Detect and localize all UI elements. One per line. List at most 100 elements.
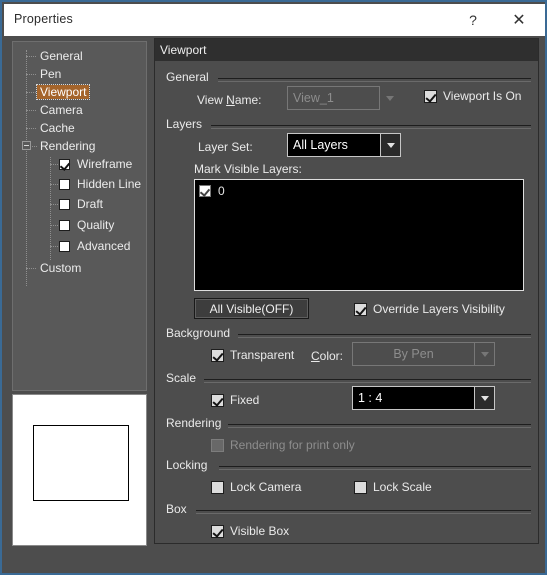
dialog-body: General Pen Viewport Camera Cache Render… bbox=[4, 36, 545, 573]
chevron-down-icon[interactable] bbox=[475, 386, 495, 410]
group-rule bbox=[211, 125, 531, 129]
tree-item-custom[interactable]: Custom bbox=[13, 260, 84, 276]
preview-viewport-rect bbox=[33, 425, 129, 501]
tree-item-label: Custom bbox=[40, 261, 82, 275]
transparent-label: Transparent bbox=[230, 348, 295, 362]
group-title: Layers bbox=[166, 117, 203, 131]
checkbox-indicator bbox=[211, 393, 224, 407]
tree-item-label: Wireframe bbox=[77, 157, 133, 171]
view-name-label: View Name: bbox=[197, 93, 262, 107]
tree-checkbox-quality[interactable] bbox=[59, 219, 70, 231]
group-box: Box bbox=[166, 502, 531, 516]
checkbox-indicator bbox=[354, 480, 367, 494]
lock-camera-checkbox[interactable]: Lock Camera bbox=[211, 480, 301, 494]
group-title: Box bbox=[166, 502, 187, 516]
tree-connector bbox=[32, 146, 37, 147]
tree-item-label: Draft bbox=[77, 197, 104, 211]
checkbox-indicator bbox=[354, 302, 367, 316]
tree-item-cache[interactable]: Cache bbox=[13, 120, 78, 136]
transparent-checkbox[interactable]: Transparent bbox=[211, 348, 294, 362]
fixed-scale-checkbox[interactable]: Fixed bbox=[211, 393, 259, 407]
tree-connector bbox=[50, 164, 58, 165]
chevron-down-icon[interactable] bbox=[381, 133, 401, 157]
visible-box-label: Visible Box bbox=[230, 524, 290, 538]
scale-combo[interactable]: 1 : 4 bbox=[352, 386, 495, 410]
tree-item-general[interactable]: General bbox=[13, 48, 86, 64]
group-rule bbox=[238, 334, 531, 338]
close-icon[interactable]: ✕ bbox=[497, 4, 541, 36]
layer-set-combo[interactable]: All Layers bbox=[287, 133, 401, 157]
tree-item-rendering[interactable]: Rendering bbox=[13, 138, 98, 154]
tree-item-draft[interactable]: Draft bbox=[13, 196, 106, 212]
checkbox-indicator bbox=[211, 348, 224, 362]
tree-collapse-icon[interactable] bbox=[22, 141, 31, 150]
override-layers-visibility-checkbox[interactable]: Override Layers Visibility bbox=[354, 302, 505, 316]
lock-camera-label: Lock Camera bbox=[230, 480, 302, 494]
tree-item-label: Rendering bbox=[40, 139, 96, 153]
tree-item-wireframe[interactable]: Wireframe bbox=[13, 156, 135, 172]
checkbox-indicator bbox=[211, 480, 224, 494]
help-icon[interactable]: ? bbox=[451, 4, 495, 36]
fixed-scale-label: Fixed bbox=[230, 393, 260, 407]
layer-set-value: All Layers bbox=[287, 133, 381, 157]
tree-item-label: Quality bbox=[77, 218, 115, 232]
view-name-value: View_1 bbox=[287, 86, 380, 110]
group-title: General bbox=[166, 70, 209, 84]
tree-connector bbox=[26, 92, 36, 93]
visible-box-checkbox[interactable]: Visible Box bbox=[211, 524, 289, 538]
layer-checkbox[interactable] bbox=[199, 185, 211, 197]
group-title: Scale bbox=[166, 371, 197, 385]
panel-header: Viewport bbox=[155, 39, 538, 61]
group-rule bbox=[228, 424, 531, 428]
group-rule bbox=[204, 379, 531, 383]
tree-checkbox-hidden-line[interactable] bbox=[59, 178, 70, 190]
lock-scale-checkbox[interactable]: Lock Scale bbox=[354, 480, 432, 494]
panel-content: General View Name: View_1 Viewport Is On… bbox=[156, 62, 537, 542]
group-rendering: Rendering bbox=[166, 416, 531, 430]
group-rule bbox=[219, 466, 531, 470]
group-rule bbox=[196, 510, 531, 514]
group-layers: Layers bbox=[166, 117, 531, 131]
mark-visible-layers-label: Mark Visible Layers: bbox=[194, 162, 302, 176]
viewport-is-on-label: Viewport Is On bbox=[443, 89, 522, 103]
rendering-for-print-only-label: Rendering for print only bbox=[230, 438, 355, 452]
group-title: Locking bbox=[166, 458, 208, 472]
group-rule bbox=[218, 78, 531, 82]
tree-checkbox-wireframe[interactable] bbox=[59, 158, 70, 170]
tree-item-hidden-line[interactable]: Hidden Line bbox=[13, 176, 144, 192]
group-background: Background bbox=[166, 326, 531, 340]
override-layers-visibility-label: Override Layers Visibility bbox=[373, 302, 505, 316]
tree-item-label: Viewport bbox=[35, 84, 91, 100]
title-bar: Properties ? ✕ bbox=[4, 4, 545, 36]
tree-connector bbox=[50, 184, 58, 185]
group-title: Background bbox=[166, 326, 231, 340]
tree-item-camera[interactable]: Camera bbox=[13, 102, 86, 118]
group-general: General bbox=[166, 70, 531, 84]
view-name-combo: View_1 bbox=[287, 86, 400, 110]
tree-connector bbox=[50, 225, 58, 226]
tree-item-quality[interactable]: Quality bbox=[13, 217, 117, 233]
tree-item-pen[interactable]: Pen bbox=[13, 66, 64, 82]
tree-item-label: General bbox=[40, 49, 83, 63]
checkbox-indicator bbox=[424, 89, 437, 103]
tree-connector bbox=[26, 56, 36, 57]
all-visible-button[interactable]: All Visible(OFF) bbox=[194, 298, 309, 319]
panel-title: Viewport bbox=[160, 43, 207, 57]
chevron-down-icon bbox=[475, 342, 495, 366]
list-item[interactable]: 0 bbox=[195, 183, 523, 199]
window-title: Properties bbox=[14, 12, 73, 26]
viewport-is-on-checkbox[interactable]: Viewport Is On bbox=[424, 89, 521, 103]
category-tree[interactable]: General Pen Viewport Camera Cache Render… bbox=[12, 41, 147, 391]
tree-connector bbox=[50, 246, 58, 247]
rendering-for-print-only-checkbox: Rendering for print only bbox=[211, 438, 355, 452]
tree-item-viewport[interactable]: Viewport bbox=[13, 84, 91, 100]
chevron-down-icon bbox=[380, 86, 400, 110]
checkbox-indicator bbox=[211, 524, 224, 538]
tree-checkbox-advanced[interactable] bbox=[59, 240, 70, 252]
viewport-settings-panel: Viewport General View Name: View_1 Viewp… bbox=[154, 38, 539, 544]
visible-layers-listbox[interactable]: 0 bbox=[194, 179, 524, 291]
tree-item-label: Hidden Line bbox=[77, 177, 142, 191]
tree-item-advanced[interactable]: Advanced bbox=[13, 238, 133, 254]
tree-item-label: Advanced bbox=[77, 239, 131, 253]
tree-checkbox-draft[interactable] bbox=[59, 198, 70, 210]
